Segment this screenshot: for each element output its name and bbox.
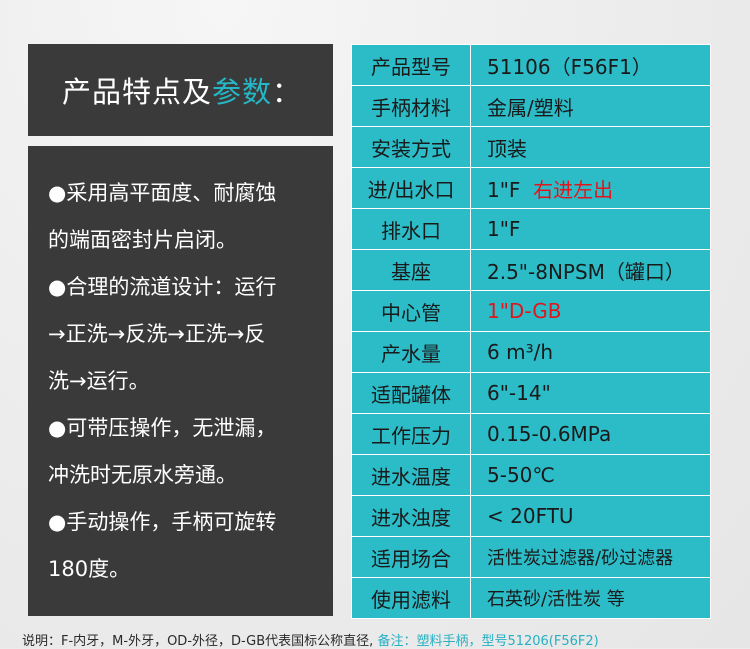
spec-label: 安装方式 — [351, 126, 471, 168]
spec-value: 石英砂/活性炭 等 — [470, 577, 711, 619]
spec-label: 进水浊度 — [351, 495, 471, 537]
feature-line: ●合理的流道设计：运行 — [48, 275, 277, 299]
spec-value: 金属/塑料 — [470, 85, 711, 127]
spec-label: 中心管 — [351, 290, 471, 332]
title-highlight: 参数 — [212, 75, 273, 109]
spec-value-highlight: 右进左出 — [533, 177, 614, 202]
table-row: 适用场合 活性炭过滤器/砂过滤器 — [351, 536, 711, 578]
spec-label: 手柄材料 — [351, 85, 471, 127]
spec-value: 6"-14" — [470, 372, 711, 414]
spec-label: 进水温度 — [351, 454, 471, 496]
spec-value-highlight: 1"D-GB — [487, 299, 562, 323]
table-row: 手柄材料 金属/塑料 — [351, 85, 711, 127]
table-row: 安装方式 顶装 — [351, 126, 711, 168]
table-row: 产品型号 51106（F56F1） — [351, 44, 711, 86]
spec-value: 6 m³/h — [470, 331, 711, 373]
feature-line: 洗→运行。 — [48, 369, 150, 393]
spec-value: 51106（F56F1） — [470, 44, 711, 86]
spec-value: 1"F 右进左出 — [470, 167, 711, 209]
spec-label: 适配罐体 — [351, 372, 471, 414]
spec-label: 进/出水口 — [351, 167, 471, 209]
feature-line: ●采用高平面度、耐腐蚀 — [48, 181, 277, 205]
spec-table: 产品型号 51106（F56F1） 手柄材料 金属/塑料 安装方式 顶装 进/出… — [351, 44, 711, 619]
spec-value: 顶装 — [470, 126, 711, 168]
table-row: 适配罐体 6"-14" — [351, 372, 711, 414]
section-title: 产品特点及 参数： — [28, 44, 333, 136]
feature-line: →正洗→反洗→正洗→反 — [48, 322, 266, 346]
footer-note: 说明：F-内牙，M-外牙，OD-外径，D-GB代表国标公称直径, 备注：塑料手柄… — [22, 630, 750, 649]
table-row: 工作压力 0.15-0.6MPa — [351, 413, 711, 455]
spec-label: 工作压力 — [351, 413, 471, 455]
title-main: 产品特点及 — [62, 75, 213, 109]
feature-line: 180度。 — [48, 557, 131, 581]
table-row: 进水浊度 < 20FTU — [351, 495, 711, 537]
table-row: 产水量 6 m³/h — [351, 331, 711, 373]
table-row: 中心管 1"D-GB — [351, 290, 711, 332]
features-panel: ●采用高平面度、耐腐蚀 的端面密封片启闭。 ●合理的流道设计：运行 →正洗→反洗… — [28, 146, 333, 616]
spec-label: 基座 — [351, 249, 471, 291]
footer-remark: 备注：塑料手柄，型号51206(F56F2) — [377, 634, 599, 649]
footer-text: 说明：F-内牙，M-外牙，OD-外径，D-GB代表国标公称直径, — [22, 634, 374, 649]
spec-label: 产品型号 — [351, 44, 471, 86]
spec-label: 适用场合 — [351, 536, 471, 578]
table-row: 使用滤料 石英砂/活性炭 等 — [351, 577, 711, 619]
spec-label: 使用滤料 — [351, 577, 471, 619]
spec-value: 5-50℃ — [470, 454, 711, 496]
table-row: 进/出水口 1"F 右进左出 — [351, 167, 711, 209]
spec-value: 2.5"-8NPSM（罐口） — [470, 249, 711, 291]
table-row: 排水口 1"F — [351, 208, 711, 250]
spec-value: < 20FTU — [470, 495, 711, 537]
spec-value: 活性炭过滤器/砂过滤器 — [470, 536, 711, 578]
feature-line: ●手动操作，手柄可旋转 — [48, 510, 277, 534]
feature-line: ●可带压操作，无泄漏， — [48, 416, 277, 440]
spec-value: 0.15-0.6MPa — [470, 413, 711, 455]
feature-line: 的端面密封片启闭。 — [48, 228, 237, 252]
title-colon: ： — [272, 75, 303, 109]
spec-value: 1"F — [470, 208, 711, 250]
feature-line: 冲洗时无原水旁通。 — [48, 463, 237, 487]
spec-value: 1"D-GB — [470, 290, 711, 332]
spec-label: 产水量 — [351, 331, 471, 373]
table-row: 基座 2.5"-8NPSM（罐口） — [351, 249, 711, 291]
table-row: 进水温度 5-50℃ — [351, 454, 711, 496]
spec-label: 排水口 — [351, 208, 471, 250]
